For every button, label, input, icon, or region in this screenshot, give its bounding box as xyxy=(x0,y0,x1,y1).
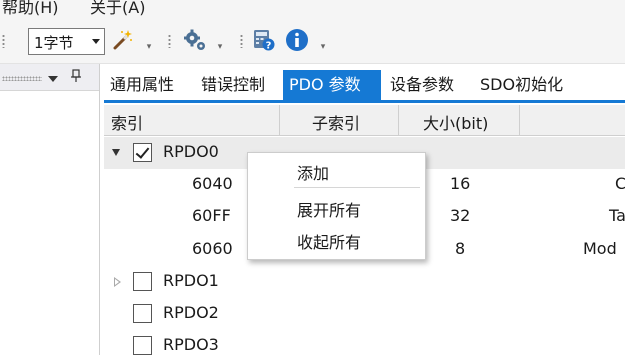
menu-help[interactable]: 帮助(H) xyxy=(2,0,59,18)
entry-name: C xyxy=(615,174,625,193)
calculator-help-icon[interactable]: ? xyxy=(251,27,277,53)
tab-device-parameters[interactable]: 设备参数 xyxy=(384,70,460,100)
entry-size: 32 xyxy=(450,206,471,225)
tree-row-rpdo2[interactable]: RPDO2 xyxy=(104,298,625,330)
byte-size-select[interactable]: 1字节 xyxy=(28,28,105,55)
column-header-size[interactable]: 大小(bit) xyxy=(399,105,520,136)
left-panel-header xyxy=(0,64,99,91)
tab-error-control[interactable]: 错误控制 xyxy=(195,70,271,100)
rpdo2-checkbox[interactable] xyxy=(133,304,152,323)
info-icon[interactable] xyxy=(284,27,310,53)
wand-dropdown[interactable]: ▾ xyxy=(145,43,153,52)
rpdo3-label: RPDO3 xyxy=(163,335,219,354)
menu-about[interactable]: 关于(A) xyxy=(90,0,145,18)
column-header-size-label: 大小(bit) xyxy=(423,114,489,133)
chevron-down-icon xyxy=(92,39,100,44)
entry-index: 6060 xyxy=(192,239,233,258)
entry-name: Mod xyxy=(583,239,617,258)
context-menu-separator xyxy=(294,187,420,188)
context-menu-collapse-all[interactable]: 收起所有 xyxy=(297,229,361,253)
expanded-arrow-icon[interactable] xyxy=(112,149,120,156)
rpdo1-checkbox[interactable] xyxy=(133,272,152,291)
info-dropdown[interactable]: ▾ xyxy=(319,43,327,52)
toolbar-grip[interactable] xyxy=(2,34,5,48)
column-header-subindex-label: 子索引 xyxy=(312,114,361,133)
entry-index: 60FF xyxy=(192,206,231,225)
gear-dropdown[interactable]: ▾ xyxy=(216,43,224,52)
tab-sdo-init[interactable]: SDO初始化 xyxy=(474,70,569,100)
toolbar-grip-2[interactable] xyxy=(168,34,171,48)
entry-name: Ta xyxy=(609,206,625,225)
byte-size-value: 1字节 xyxy=(34,34,74,52)
rpdo3-checkbox[interactable] xyxy=(133,336,152,355)
rpdo1-label: RPDO1 xyxy=(163,271,219,290)
entry-size: 8 xyxy=(455,239,466,258)
toolbar: 1字节 ▾ ▾ ? ▾ xyxy=(0,18,625,64)
context-menu-add[interactable]: 添加 xyxy=(297,160,329,184)
entry-size: 16 xyxy=(450,174,471,193)
rpdo0-checkbox[interactable] xyxy=(133,143,152,162)
tab-underline xyxy=(104,100,625,103)
context-menu: 添加 展开所有 收起所有 xyxy=(247,152,426,260)
menu-bar: 帮助(H) 关于(A) xyxy=(0,0,625,18)
rpdo2-label: RPDO2 xyxy=(163,303,219,322)
rpdo0-label: RPDO0 xyxy=(163,142,219,161)
column-header-name[interactable] xyxy=(520,105,625,136)
entry-index: 6040 xyxy=(192,174,233,193)
toolbar-grip-3[interactable] xyxy=(240,34,243,48)
column-header-subindex[interactable]: 子索引 xyxy=(280,105,399,136)
svg-text:?: ? xyxy=(266,41,272,52)
tree-row-rpdo3[interactable]: RPDO3 xyxy=(104,330,625,355)
tab-general-properties[interactable]: 通用属性 xyxy=(104,70,180,100)
column-header-index[interactable]: 索引 xyxy=(104,105,280,136)
gear-icon[interactable] xyxy=(182,27,208,53)
collapsed-arrow-icon[interactable] xyxy=(114,277,121,287)
tree-row-rpdo1[interactable]: RPDO1 xyxy=(104,266,625,298)
pin-icon[interactable] xyxy=(70,69,82,87)
panel-title-placeholder xyxy=(2,76,42,81)
column-header-index-label: 索引 xyxy=(111,114,144,133)
panel-menu-icon[interactable] xyxy=(48,76,58,82)
context-menu-expand-all[interactable]: 展开所有 xyxy=(297,197,361,221)
tab-pdo-parameters[interactable]: PDO 参数 xyxy=(283,70,381,100)
wand-icon[interactable] xyxy=(109,27,135,53)
left-dock-panel xyxy=(0,64,100,355)
